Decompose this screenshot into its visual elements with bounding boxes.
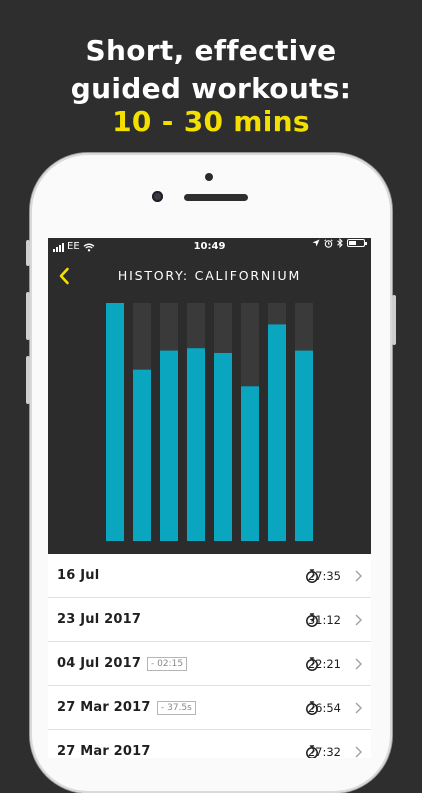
history-row[interactable]: 27 Mar 2017 - 37.5s 26:54 [48,686,371,730]
workout-bar [133,369,151,541]
page-title: HISTORY: CALIFORNIUM [117,268,302,283]
chevron-right-icon [355,746,362,757]
workout-bar [241,386,259,541]
headline-line-1: Short, effective [85,34,337,67]
location-icon [312,239,320,247]
chevron-right-icon [355,702,362,713]
headline-duration: 10 - 30 mins [112,105,310,138]
history-row[interactable]: 04 Jul 2017 - 02:15 22:21 [48,642,371,686]
workout-bar [268,324,286,541]
history-duration: 22:21 [307,656,341,671]
history-row[interactable]: 23 Jul 2017 31:12 [48,598,371,642]
mute-switch [26,240,30,266]
time-difference-badge: - 37.5s [157,700,196,715]
history-row[interactable]: 16 Jul 27:35 [48,554,371,598]
battery-icon [347,239,367,247]
history-date: 04 Jul 2017 [57,656,142,671]
workout-history-chart [48,296,371,554]
history-date: 23 Jul 2017 [57,612,142,627]
chevron-right-icon [355,658,362,669]
history-date: 27 Mar 2017 [57,700,151,715]
alarm-icon [324,238,333,248]
status-right [312,238,367,248]
history-row[interactable]: 27 Mar 2017 27:32 [48,730,371,758]
bluetooth-icon [337,238,343,248]
workout-bar [106,303,124,541]
workout-bar [187,348,205,541]
history-duration: 27:32 [307,744,341,759]
history-date: 16 Jul [57,568,100,583]
earpiece-speaker [184,194,248,201]
proximity-sensor [205,173,213,181]
front-camera [152,191,163,202]
workout-bar [160,350,178,541]
status-bar: EE 10:49 [48,238,371,256]
chevron-right-icon [355,614,362,625]
time-difference-badge: - 02:15 [147,656,188,671]
power-button [392,295,396,345]
app-screen: EE 10:49 HISTORY: CALIFORNIUM 16 Jul 27:… [48,238,371,758]
volume-up-button [26,292,30,340]
workout-bar [214,352,232,541]
history-list: 16 Jul 27:35 23 Jul 2017 31:12 04 Jul 2017 - … [48,554,371,758]
history-duration: 26:54 [307,700,341,715]
nav-bar: HISTORY: CALIFORNIUM [48,256,371,296]
volume-down-button [26,356,30,404]
history-duration: 27:35 [307,568,341,583]
workout-bar [295,350,313,541]
history-duration: 31:12 [307,612,341,627]
chevron-right-icon [355,570,362,581]
history-date: 27 Mar 2017 [57,744,151,758]
bar-chart [106,303,313,541]
